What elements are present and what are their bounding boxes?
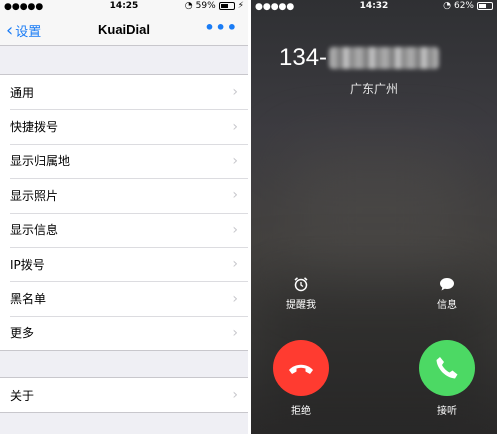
row-label: 快捷拨号 bbox=[10, 120, 59, 135]
chevron-right-icon: › bbox=[232, 118, 238, 135]
battery-icon bbox=[477, 2, 493, 10]
nav-bar: ‹ 设置 KuaiDial ••• bbox=[0, 14, 248, 46]
status-bar: ●●●●● 14:25 ◔ 59% ⚡ bbox=[0, 0, 248, 14]
chevron-right-icon: › bbox=[232, 387, 238, 404]
row-label: 显示照片 bbox=[10, 188, 59, 203]
masked-number bbox=[329, 47, 440, 69]
chevron-right-icon: › bbox=[232, 221, 238, 238]
chevron-right-icon: › bbox=[232, 290, 238, 307]
incoming-call-screen: ●●●●● 14:32 ◔ 62% 134- 广东广州 提醒我 信息 拒绝 接听 bbox=[251, 0, 497, 434]
decline-button[interactable] bbox=[273, 340, 329, 396]
settings-row-show-info[interactable]: 显示信息 › bbox=[0, 212, 248, 247]
settings-row-blacklist[interactable]: 黑名单 › bbox=[0, 281, 248, 315]
decline-label: 拒绝 bbox=[291, 406, 311, 417]
caller-location: 广东广州 bbox=[349, 82, 398, 96]
row-label: 通用 bbox=[10, 85, 35, 100]
settings-row-about[interactable]: 关于 › bbox=[0, 378, 248, 412]
row-label: 关于 bbox=[10, 388, 35, 403]
battery-percent: 62% bbox=[453, 1, 474, 11]
settings-row-speed-dial[interactable]: 快捷拨号 › bbox=[0, 109, 248, 143]
remind-me-button[interactable]: 提醒我 bbox=[271, 276, 331, 311]
settings-row-more[interactable]: 更多 › bbox=[0, 315, 248, 350]
status-right: ◔ 62% bbox=[443, 1, 493, 11]
row-label: IP拨号 bbox=[10, 257, 45, 272]
alarm-clock-icon bbox=[294, 277, 308, 292]
status-right: ◔ 59% ⚡ bbox=[185, 1, 244, 11]
settings-row-general[interactable]: 通用 › bbox=[0, 75, 248, 109]
more-button[interactable]: ••• bbox=[204, 18, 238, 37]
settings-row-ip-dial[interactable]: IP拨号 › bbox=[0, 246, 248, 281]
charging-icon: ⚡ bbox=[237, 1, 244, 11]
status-bar: ●●●●● 14:32 ◔ 62% bbox=[251, 0, 497, 14]
message-button[interactable]: 信息 bbox=[417, 276, 477, 311]
row-label: 显示信息 bbox=[10, 223, 59, 238]
chevron-right-icon: › bbox=[232, 256, 238, 273]
chevron-right-icon: › bbox=[232, 324, 238, 341]
rotation-lock-icon: ◔ bbox=[184, 1, 193, 11]
rotation-lock-icon: ◔ bbox=[443, 1, 451, 11]
row-label: 黑名单 bbox=[10, 292, 47, 307]
background-blur bbox=[291, 150, 461, 290]
message-label: 信息 bbox=[437, 300, 457, 311]
chevron-right-icon: › bbox=[232, 187, 238, 204]
settings-row-show-location[interactable]: 显示归属地 › bbox=[0, 143, 248, 178]
phone-icon bbox=[436, 357, 458, 379]
battery-icon bbox=[218, 2, 235, 10]
row-label: 显示归属地 bbox=[10, 154, 71, 169]
settings-row-show-photo[interactable]: 显示照片 › bbox=[0, 178, 248, 212]
hang-up-icon bbox=[289, 364, 313, 374]
settings-group-about: 关于 › bbox=[0, 377, 248, 414]
chevron-right-icon: › bbox=[232, 84, 238, 101]
remind-me-label: 提醒我 bbox=[286, 300, 316, 311]
accept-button[interactable] bbox=[419, 340, 475, 396]
speech-bubble-icon bbox=[440, 278, 454, 291]
accept-label: 接听 bbox=[437, 406, 457, 417]
settings-screen: ●●●●● 14:25 ◔ 59% ⚡ ‹ 设置 KuaiDial ••• 通用… bbox=[0, 0, 248, 434]
settings-group-main: 通用 › 快捷拨号 › 显示归属地 › 显示照片 › 显示信息 › IP拨号 ›… bbox=[0, 74, 248, 352]
battery-percent: 59% bbox=[195, 1, 216, 11]
chevron-right-icon: › bbox=[232, 152, 238, 169]
caller-number-prefix: 134- bbox=[279, 44, 328, 71]
row-label: 更多 bbox=[10, 326, 35, 341]
caller-number: 134- bbox=[279, 44, 440, 72]
